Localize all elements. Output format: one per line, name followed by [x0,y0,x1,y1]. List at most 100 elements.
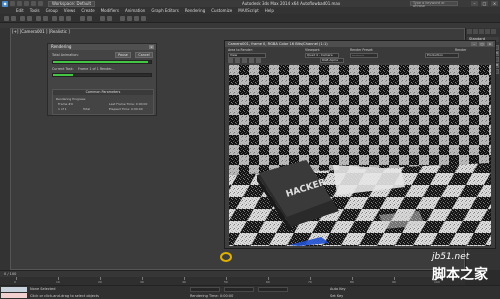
clone-window-icon[interactable] [242,58,247,63]
menu-tools[interactable]: Tools [30,8,40,13]
save-image-icon[interactable] [228,58,233,63]
minimize-button[interactable]: – [471,1,478,6]
maximize-button[interactable]: □ [481,1,488,6]
close-button[interactable]: × [491,1,498,6]
track-tick [16,277,17,280]
undo-icon[interactable] [31,1,36,6]
open-file-icon[interactable] [17,1,22,6]
track-tick-label: 10 [56,280,60,284]
menu-customize[interactable]: Customize [211,8,232,13]
material-editor-icon[interactable] [120,16,125,21]
move-icon[interactable] [52,16,57,21]
common-parameters-title[interactable]: Common Parameters [53,90,153,95]
rendered-frame-window: Camera001, frame 0, RGBA Color 16 Bits/C… [224,40,496,249]
auto-key-button[interactable]: Auto Key [330,287,346,291]
link-icon[interactable] [20,16,25,21]
snap-icon[interactable] [80,16,85,21]
clear-image-icon[interactable] [256,58,261,63]
render-output-svg: HACKER [229,65,491,246]
undo-icon[interactable] [4,16,9,21]
render-preset-label: Render Preset: [350,48,374,52]
site-watermark: jb51.net 脚本之家 [432,252,498,296]
render-setup-icon[interactable] [127,16,132,21]
track-tick-label: 90 [392,280,396,284]
menu-bar: Edit Tools Group Views Create Modifiers … [0,7,500,14]
y-coordinate-field[interactable] [224,287,254,292]
search-input[interactable]: Type a keyword or phrase [410,1,458,8]
copy-image-icon[interactable] [235,58,240,63]
maxscript-listener-input[interactable] [1,287,27,292]
z-coordinate-field[interactable] [258,287,288,292]
title-bar: ◆ Workspace: Default Autodesk 3ds Max 20… [0,0,500,8]
time-slider-value[interactable]: 0 / 100 [4,272,16,276]
unlink-icon[interactable] [27,16,32,21]
workspace-dropdown[interactable]: Workspace: Default [48,0,96,7]
menu-create[interactable]: Create [81,8,94,13]
track-tick-label: 80 [350,280,354,284]
main-toolbar [0,14,500,23]
rendering-dialog-title[interactable]: Rendering [48,44,156,50]
redo-icon[interactable] [38,1,43,6]
frame-window-close-button[interactable]: × [487,42,493,46]
menu-graph-editors[interactable]: Graph Editors [151,8,178,13]
task-progress-fill [53,74,73,76]
track-tick-label: 40 [182,280,186,284]
viewport-select-label: Viewport: [305,48,321,52]
frame-value: 0 [71,102,73,106]
frame-window-controls: Area to Render: View Viewport: Quad 4 - … [225,47,495,63]
scale-icon[interactable] [66,16,71,21]
select-by-name-icon[interactable] [43,16,48,21]
rendering-dialog: Rendering × Total Animation: Pause Cance… [47,43,157,116]
channel-dropdown[interactable]: RGB Alpha [320,58,344,63]
set-key-button[interactable]: Set Key [330,294,343,298]
menu-maxscript[interactable]: MAXScript [238,8,259,13]
select-icon[interactable] [36,16,41,21]
track-bar[interactable]: 0 10 20 30 40 50 60 70 80 90 100 [0,277,465,285]
frame-window-maximize-button[interactable]: □ [479,42,485,46]
elapsed-time: Elapsed Time: 0:00:00 [109,107,143,111]
menu-help[interactable]: Help [265,8,274,13]
x-coordinate-field[interactable] [190,287,220,292]
rendered-image: HACKER [229,65,491,246]
maxscript-output [1,293,27,298]
current-task-label: Current Task: [52,67,74,71]
pause-button[interactable]: Pause [115,52,131,58]
motion-tab-icon[interactable] [485,29,490,34]
render-teapot-icon[interactable] [141,16,146,21]
create-tab-icon[interactable] [467,29,472,34]
menu-animation[interactable]: Animation [125,8,145,13]
redo-icon[interactable] [11,16,16,21]
frame-window-minimize-button[interactable]: – [471,42,477,46]
viewport-label[interactable]: [+] [Camera001 ] [Realistic ] [12,29,70,34]
track-tick-label: 60 [266,280,270,284]
rotate-icon[interactable] [59,16,64,21]
app-logo-icon[interactable]: ◆ [2,0,8,7]
angle-snap-icon[interactable] [87,16,92,21]
hierarchy-tab-icon[interactable] [479,29,484,34]
last-frame-time: Last Frame Time: 0:00:00 [109,102,148,106]
display-tab-icon[interactable] [491,29,496,34]
cancel-button[interactable]: Cancel [135,52,153,58]
save-file-icon[interactable] [24,1,29,6]
align-icon[interactable] [107,16,112,21]
selection-status: None Selected [30,287,56,291]
render-frame-window-icon[interactable] [134,16,139,21]
current-task-value: Frame 1 of 1 Render... [78,67,115,71]
production-dropdown[interactable]: Production [425,53,459,58]
total-animation-label: Total Animation: [52,53,79,57]
menu-group[interactable]: Group [46,8,58,13]
render-preset-dropdown[interactable]: ----------- [350,53,378,58]
menu-edit[interactable]: Edit [16,8,24,13]
time-slider[interactable]: 0 / 100 [0,270,465,277]
menu-modifiers[interactable]: Modifiers [101,8,119,13]
mirror-icon[interactable] [100,16,105,21]
new-file-icon[interactable] [10,1,15,6]
rendering-dialog-close-button[interactable]: × [149,45,154,49]
render-button[interactable]: Render [455,48,466,52]
print-image-icon[interactable] [249,58,254,63]
modify-tab-icon[interactable] [473,29,478,34]
frame-label: Frame # [58,102,71,106]
menu-rendering[interactable]: Rendering [185,8,205,13]
menu-views[interactable]: Views [64,8,76,13]
total-label: Total [83,107,91,111]
